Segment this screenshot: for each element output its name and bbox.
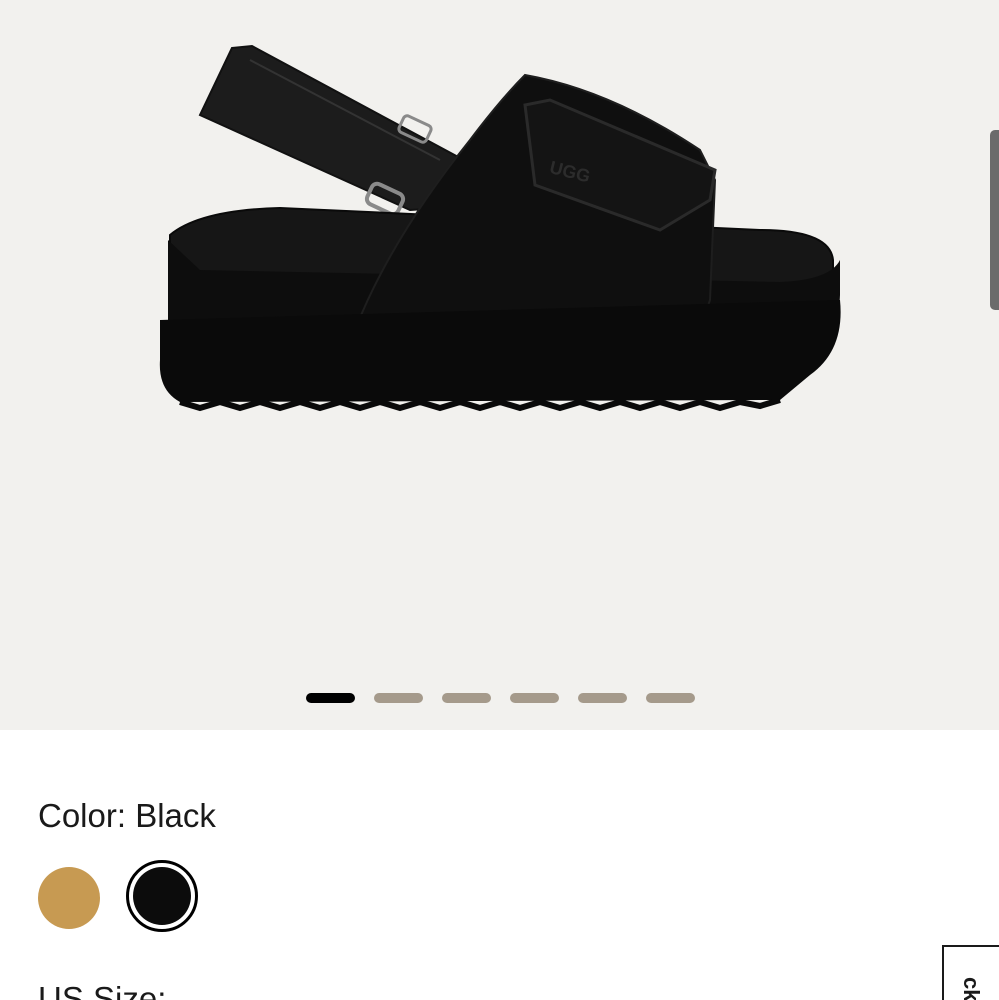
gallery-pagination: [306, 693, 695, 703]
color-selection-label: Color: Black: [38, 797, 216, 835]
feedback-tab[interactable]: ck: [942, 945, 999, 1000]
scroll-indicator[interactable]: [990, 130, 999, 310]
product-image-gallery[interactable]: UGG: [0, 0, 999, 730]
color-swatch-chestnut[interactable]: [38, 867, 100, 929]
color-label: Color:: [38, 797, 127, 834]
selected-color-name: Black: [135, 797, 216, 834]
gallery-dot-1[interactable]: [306, 693, 355, 703]
size-label: US Size:: [38, 980, 167, 1000]
gallery-dot-6[interactable]: [646, 693, 695, 703]
gallery-dot-5[interactable]: [578, 693, 627, 703]
gallery-dot-4[interactable]: [510, 693, 559, 703]
color-swatch-black-selected[interactable]: [126, 860, 198, 932]
heel-strap: [198, 44, 462, 212]
color-swatch-black[interactable]: [133, 867, 191, 925]
product-image[interactable]: UGG: [140, 30, 860, 430]
gallery-dot-3[interactable]: [442, 693, 491, 703]
gallery-dot-2[interactable]: [374, 693, 423, 703]
feedback-tab-text: ck: [959, 977, 984, 1000]
color-swatches: [38, 860, 198, 932]
